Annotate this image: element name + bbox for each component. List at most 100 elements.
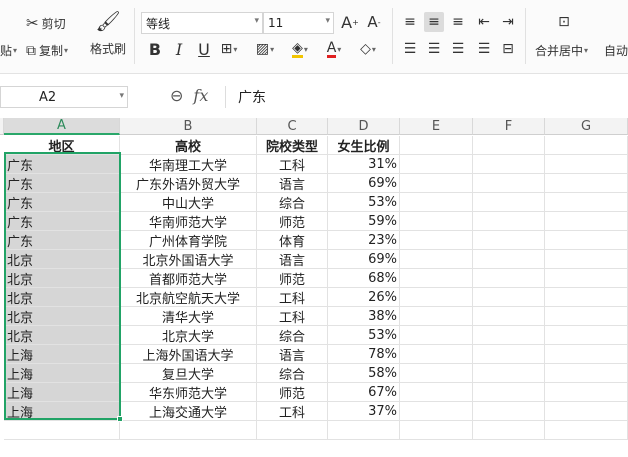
table-cell[interactable]: 北京 bbox=[4, 288, 120, 307]
font-color-icon[interactable]: A ▾ bbox=[324, 39, 344, 59]
table-cell[interactable]: 工科 bbox=[257, 402, 328, 421]
table-cell[interactable]: 工科 bbox=[257, 288, 328, 307]
table-cell[interactable]: 广东 bbox=[4, 155, 120, 174]
header-cell[interactable]: 地区 bbox=[4, 136, 120, 155]
table-cell[interactable]: 上海 bbox=[4, 383, 120, 402]
table-cell[interactable]: 体育 bbox=[257, 231, 328, 250]
table-cell[interactable] bbox=[473, 307, 545, 326]
header-cell[interactable]: 女生比例 bbox=[328, 136, 400, 155]
table-cell[interactable]: 38% bbox=[328, 307, 400, 326]
table-cell[interactable]: 综合 bbox=[257, 193, 328, 212]
table-cell[interactable]: 语言 bbox=[257, 250, 328, 269]
table-cell[interactable] bbox=[473, 402, 545, 421]
table-cell[interactable]: 53% bbox=[328, 326, 400, 345]
table-cell[interactable]: 37% bbox=[328, 402, 400, 421]
table-cell[interactable] bbox=[545, 193, 628, 212]
table-cell[interactable] bbox=[545, 231, 628, 250]
italic-icon[interactable]: I bbox=[169, 39, 189, 59]
table-cell[interactable]: 北京 bbox=[4, 269, 120, 288]
align-bottom-icon[interactable]: ≡ bbox=[448, 12, 468, 32]
table-cell[interactable]: 上海 bbox=[4, 345, 120, 364]
auto-wrap-button[interactable]: 自动 bbox=[604, 42, 628, 59]
table-cell[interactable]: 师范 bbox=[257, 383, 328, 402]
table-cell[interactable] bbox=[545, 250, 628, 269]
justify-icon[interactable]: ☰ bbox=[474, 39, 494, 59]
table-cell[interactable]: 北京航空航天大学 bbox=[120, 288, 257, 307]
merge-center-button[interactable]: 合并居中 ▾ bbox=[535, 42, 588, 59]
cut-button[interactable]: ✂ 剪切 bbox=[26, 14, 66, 32]
table-cell[interactable]: 华南师范大学 bbox=[120, 212, 257, 231]
table-cell[interactable] bbox=[400, 402, 473, 421]
table-cell[interactable]: 语言 bbox=[257, 174, 328, 193]
table-cell[interactable]: 广东 bbox=[4, 193, 120, 212]
table-cell[interactable] bbox=[473, 231, 545, 250]
table-cell[interactable] bbox=[473, 269, 545, 288]
table-cell[interactable] bbox=[4, 421, 120, 440]
align-top-icon[interactable]: ≡ bbox=[400, 12, 420, 32]
table-cell[interactable] bbox=[400, 212, 473, 231]
table-cell[interactable] bbox=[400, 307, 473, 326]
align-middle-icon[interactable]: ≡ bbox=[424, 12, 444, 32]
table-cell[interactable] bbox=[473, 288, 545, 307]
column-header-f[interactable]: F bbox=[473, 118, 545, 135]
table-cell[interactable]: 广东 bbox=[4, 212, 120, 231]
table-cell[interactable] bbox=[473, 250, 545, 269]
table-cell[interactable]: 综合 bbox=[257, 364, 328, 383]
table-cell[interactable] bbox=[328, 421, 400, 440]
table-cell[interactable] bbox=[400, 288, 473, 307]
table-cell[interactable] bbox=[545, 383, 628, 402]
increase-font-icon[interactable]: A + bbox=[340, 12, 360, 32]
decrease-font-icon[interactable]: A- bbox=[364, 12, 384, 32]
table-cell[interactable]: 26% bbox=[328, 288, 400, 307]
eraser-icon[interactable]: ◇ ▾ bbox=[358, 39, 378, 59]
table-cell[interactable] bbox=[545, 174, 628, 193]
table-cell[interactable] bbox=[545, 402, 628, 421]
table-cell[interactable]: 工科 bbox=[257, 155, 328, 174]
table-cell[interactable] bbox=[400, 174, 473, 193]
table-cell[interactable]: 北京大学 bbox=[120, 326, 257, 345]
table-cell[interactable] bbox=[473, 383, 545, 402]
align-left-icon[interactable]: ☰ bbox=[400, 39, 420, 59]
table-cell[interactable] bbox=[545, 307, 628, 326]
font-name-select[interactable]: 等线 ▾ bbox=[141, 12, 263, 34]
column-header-c[interactable]: C bbox=[257, 118, 328, 135]
table-cell[interactable] bbox=[473, 345, 545, 364]
column-header-a[interactable]: A bbox=[4, 118, 120, 135]
table-cell[interactable] bbox=[473, 155, 545, 174]
fill-handle[interactable] bbox=[117, 416, 123, 422]
table-cell[interactable]: 语言 bbox=[257, 345, 328, 364]
table-cell[interactable] bbox=[545, 345, 628, 364]
table-cell[interactable]: 华南理工大学 bbox=[120, 155, 257, 174]
align-center-icon[interactable]: ☰ bbox=[424, 39, 444, 59]
table-cell[interactable] bbox=[545, 288, 628, 307]
table-cell[interactable]: 23% bbox=[328, 231, 400, 250]
increase-indent-icon[interactable]: ⇥ bbox=[498, 12, 518, 32]
table-cell[interactable]: 复旦大学 bbox=[120, 364, 257, 383]
formula-input[interactable]: 广东 bbox=[225, 86, 628, 108]
table-cell[interactable] bbox=[400, 193, 473, 212]
bold-icon[interactable]: B bbox=[145, 39, 165, 59]
table-cell[interactable]: 58% bbox=[328, 364, 400, 383]
table-cell[interactable] bbox=[545, 421, 628, 440]
header-cell[interactable] bbox=[545, 136, 628, 155]
name-box[interactable]: A2 ▾ bbox=[0, 86, 128, 108]
header-cell[interactable]: 高校 bbox=[120, 136, 257, 155]
table-cell[interactable] bbox=[400, 364, 473, 383]
table-cell[interactable]: 首都师范大学 bbox=[120, 269, 257, 288]
table-cell[interactable] bbox=[473, 212, 545, 231]
column-header-d[interactable]: D bbox=[328, 118, 400, 135]
table-cell[interactable] bbox=[473, 421, 545, 440]
table-cell[interactable]: 上海外国语大学 bbox=[120, 345, 257, 364]
table-cell[interactable]: 广州体育学院 bbox=[120, 231, 257, 250]
table-cell[interactable] bbox=[400, 250, 473, 269]
function-icon[interactable]: fx bbox=[193, 86, 208, 105]
table-cell[interactable] bbox=[400, 345, 473, 364]
table-cell[interactable] bbox=[400, 155, 473, 174]
table-cell[interactable] bbox=[400, 269, 473, 288]
column-header-b[interactable]: B bbox=[120, 118, 257, 135]
table-cell[interactable]: 北京 bbox=[4, 326, 120, 345]
paste-button[interactable]: 贴 ▾ bbox=[0, 42, 17, 59]
table-cell[interactable]: 上海 bbox=[4, 364, 120, 383]
table-cell[interactable]: 78% bbox=[328, 345, 400, 364]
table-cell[interactable]: 师范 bbox=[257, 212, 328, 231]
